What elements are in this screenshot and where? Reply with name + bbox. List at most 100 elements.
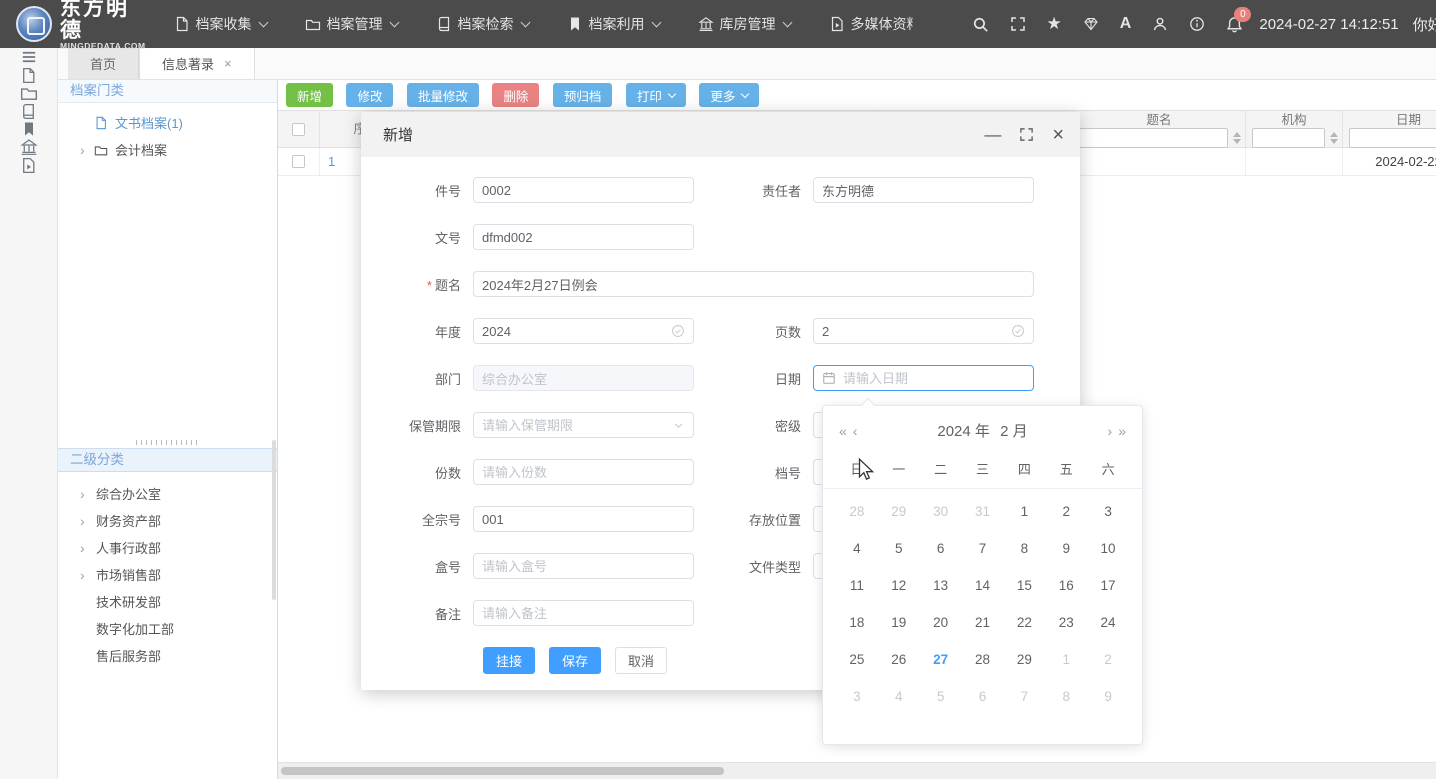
toolbar-button[interactable]: 批量修改 — [407, 83, 479, 107]
info-icon[interactable] — [1189, 16, 1205, 32]
user-icon[interactable] — [1152, 16, 1168, 32]
column-filter-input[interactable] — [1079, 128, 1228, 148]
hamburger-icon[interactable] — [20, 48, 38, 66]
toolbar-button[interactable]: 预归档 — [553, 83, 613, 107]
menu-archive-collect[interactable]: 档案收集 — [174, 14, 267, 34]
menu-archive-use[interactable]: 档案利用 — [567, 14, 660, 34]
sort-arrows-icon[interactable] — [1330, 132, 1338, 144]
day-cell[interactable]: 26 — [878, 641, 920, 678]
day-cell[interactable]: 1 — [1003, 493, 1045, 530]
next-year-button[interactable]: » — [1118, 424, 1126, 438]
tab-home[interactable]: 首页 — [68, 48, 139, 79]
book-icon[interactable] — [20, 102, 37, 120]
day-cell[interactable]: 9 — [1087, 678, 1129, 715]
column-filter-input[interactable] — [1252, 128, 1325, 148]
attach-button[interactable]: 挂接 — [483, 647, 535, 674]
bank-icon[interactable] — [20, 138, 38, 156]
day-cell[interactable]: 13 — [920, 567, 962, 604]
day-cell[interactable]: 17 — [1087, 567, 1129, 604]
close-icon[interactable]: × — [1052, 127, 1064, 143]
fonds-no-input[interactable] — [482, 512, 685, 527]
day-cell[interactable]: 2 — [1087, 641, 1129, 678]
day-cell[interactable]: 7 — [1003, 678, 1045, 715]
day-cell[interactable]: 6 — [962, 678, 1004, 715]
year-input[interactable] — [482, 324, 667, 339]
user-greeting[interactable]: 你好 刘思思 — [1413, 14, 1436, 35]
list-item[interactable]: 售后服务部 — [58, 642, 277, 669]
day-cell[interactable]: 3 — [1087, 493, 1129, 530]
day-cell[interactable]: 28 — [836, 493, 878, 530]
day-cell[interactable]: 20 — [920, 604, 962, 641]
font-size-icon[interactable]: A — [1120, 16, 1132, 32]
expand-arrow-icon[interactable]: › — [80, 142, 94, 158]
tree-item-document-archive[interactable]: 文书档案(1) — [58, 109, 277, 136]
box-no-input[interactable] — [482, 559, 685, 574]
chevron-down-icon[interactable] — [672, 419, 685, 432]
remark-input[interactable] — [482, 606, 685, 621]
toolbar-button[interactable]: 删除 — [492, 83, 539, 107]
day-cell[interactable]: 29 — [878, 493, 920, 530]
menu-archive-manage[interactable]: 档案管理 — [305, 14, 398, 34]
sort-arrows-icon[interactable] — [1233, 132, 1241, 144]
retention-select[interactable] — [482, 418, 668, 433]
day-cell[interactable]: 6 — [920, 530, 962, 567]
list-item[interactable]: 技术研发部 — [58, 588, 277, 615]
day-cell[interactable]: 8 — [1003, 530, 1045, 567]
tab-info-entry[interactable]: 信息著录 × — [139, 48, 255, 79]
day-cell[interactable]: 9 — [1045, 530, 1087, 567]
day-cell[interactable]: 24 — [1087, 604, 1129, 641]
search-icon[interactable] — [972, 16, 989, 33]
horizontal-scrollbar-thumb[interactable] — [281, 767, 724, 775]
responsible-input[interactable] — [822, 183, 1025, 198]
day-cell[interactable]: 10 — [1087, 530, 1129, 567]
day-cell[interactable]: 4 — [878, 678, 920, 715]
cancel-button[interactable]: 取消 — [615, 647, 667, 674]
favorites-star-icon[interactable]: ★ — [1047, 16, 1062, 32]
day-cell[interactable]: 23 — [1045, 604, 1087, 641]
day-cell[interactable]: 19 — [878, 604, 920, 641]
title-input[interactable] — [482, 277, 1025, 292]
maximize-icon[interactable] — [1019, 126, 1034, 144]
day-cell[interactable]: 30 — [920, 493, 962, 530]
tree-item-accounting-archive[interactable]: › 会计档案 — [58, 136, 277, 163]
item-no-input[interactable] — [482, 183, 685, 198]
day-cell[interactable]: 25 — [836, 641, 878, 678]
toolbar-button[interactable]: 打印 — [626, 83, 686, 107]
day-cell[interactable]: 8 — [1045, 678, 1087, 715]
day-cell[interactable]: 29 — [1003, 641, 1045, 678]
day-cell[interactable]: 4 — [836, 530, 878, 567]
day-cell[interactable]: 11 — [836, 567, 878, 604]
list-item[interactable]: 数字化加工部 — [58, 615, 277, 642]
day-cell[interactable]: 27 — [920, 641, 962, 678]
day-cell[interactable]: 15 — [1003, 567, 1045, 604]
notification-bell-icon[interactable]: 0 — [1226, 16, 1243, 33]
sidebar-scrollbar[interactable] — [272, 440, 276, 600]
day-cell[interactable]: 14 — [962, 567, 1004, 604]
save-button[interactable]: 保存 — [549, 647, 601, 674]
date-input[interactable] — [843, 371, 1025, 386]
day-cell[interactable]: 12 — [878, 567, 920, 604]
day-cell[interactable]: 2 — [1045, 493, 1087, 530]
day-cell[interactable]: 7 — [962, 530, 1004, 567]
prev-year-button[interactable]: « — [839, 424, 847, 438]
toolbar-button[interactable]: 更多 — [699, 83, 759, 107]
list-item[interactable]: › 综合办公室 — [58, 480, 277, 507]
toolbar-button[interactable]: 修改 — [346, 83, 393, 107]
row-checkbox[interactable] — [292, 155, 305, 168]
menu-archive-search[interactable]: 档案检索 — [436, 14, 529, 34]
list-item[interactable]: › 人事行政部 — [58, 534, 277, 561]
select-all-checkbox[interactable] — [292, 123, 305, 136]
day-cell[interactable]: 28 — [962, 641, 1004, 678]
menu-storeroom-manage[interactable]: 库房管理 — [698, 14, 791, 34]
sidebar-splitter-handle[interactable] — [58, 438, 277, 446]
doc-no-input[interactable] — [482, 230, 685, 245]
month-button[interactable]: 2 月 — [1000, 423, 1028, 440]
pages-input[interactable] — [822, 324, 1007, 339]
fullscreen-icon[interactable] — [1010, 16, 1026, 32]
theme-gem-icon[interactable] — [1083, 16, 1099, 32]
media-file-icon[interactable] — [20, 157, 37, 175]
document-icon[interactable] — [20, 66, 37, 84]
list-item[interactable]: › 市场销售部 — [58, 561, 277, 588]
day-cell[interactable]: 31 — [962, 493, 1004, 530]
folder-icon[interactable] — [20, 84, 38, 102]
